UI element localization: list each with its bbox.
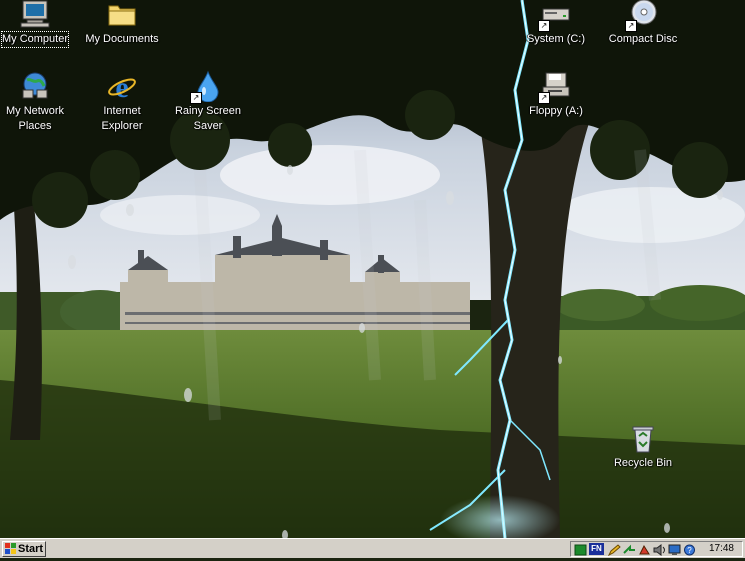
drive-icon: ↗: [538, 0, 572, 32]
system-tray: FN ? 17:48: [570, 541, 743, 557]
floppy-icon: ↗: [538, 70, 572, 104]
desktop-icon-label: Internet Explorer: [101, 105, 143, 132]
shortcut-arrow-icon: ↗: [538, 92, 550, 104]
desktop-icon-label: My Network Places: [5, 105, 65, 132]
help-tray-icon[interactable]: ?: [683, 543, 696, 556]
start-button[interactable]: Start: [2, 541, 46, 557]
svg-text:e: e: [115, 71, 128, 102]
pencil-tray-icon[interactable]: [607, 543, 621, 557]
taskbar: Start FN ? 17:48: [0, 538, 745, 558]
shortcut-arrow-icon: ↗: [538, 20, 550, 32]
network-icon: [19, 70, 51, 102]
language-indicator[interactable]: FN: [589, 543, 604, 555]
recycle-bin-icon: [627, 422, 659, 454]
start-label: Start: [18, 543, 44, 555]
windows-flag-icon: [5, 543, 16, 554]
internet-explorer-icon: e: [106, 70, 138, 104]
desktop-icon-my-network-places[interactable]: My Network Places: [0, 70, 80, 136]
desktop-icon-label: Floppy (A:): [529, 105, 583, 117]
arrow-tray-icon[interactable]: [623, 543, 636, 555]
paint-tray-icon[interactable]: [638, 543, 651, 555]
desktop-icon-label: System (C:): [526, 33, 586, 45]
desktop-icon-label: My Documents: [85, 33, 159, 45]
monitor-tray-icon[interactable]: [668, 543, 681, 555]
desktop-icon-my-documents[interactable]: My Documents: [77, 0, 167, 64]
desktop-icon-label: Rainy Screen Saver: [174, 105, 242, 132]
desktop-icon-compact-disc[interactable]: ↗ Compact Disc: [598, 0, 688, 64]
shortcut-arrow-icon: ↗: [190, 92, 202, 104]
water-drop-icon: ↗: [190, 70, 224, 104]
clock[interactable]: 17:48: [709, 543, 734, 555]
desktop-icon-recycle-bin[interactable]: Recycle Bin: [598, 422, 688, 488]
network-status-icon[interactable]: [574, 543, 587, 556]
desktop-icon-label: Compact Disc: [608, 33, 678, 45]
my-computer-icon: [19, 0, 51, 30]
volume-icon[interactable]: [653, 543, 666, 556]
shortcut-arrow-icon: ↗: [625, 20, 637, 32]
desktop-icon-rainy-screen-saver[interactable]: ↗ Rainy Screen Saver: [163, 70, 253, 136]
desktop-icon-my-computer[interactable]: My Computer: [0, 0, 80, 64]
desktop-icon-system-c[interactable]: ↗ System (C:): [511, 0, 601, 64]
desktop-icon-floppy-a[interactable]: ↗ Floppy (A:): [511, 70, 601, 136]
desktop-icon-label: Recycle Bin: [613, 457, 673, 469]
desktop-icon-internet-explorer[interactable]: e Internet Explorer: [77, 70, 167, 136]
svg-text:?: ?: [687, 546, 692, 555]
desktop-icon-label: My Computer: [0, 31, 70, 48]
cd-icon: ↗: [625, 0, 659, 32]
folder-icon: [106, 0, 138, 30]
